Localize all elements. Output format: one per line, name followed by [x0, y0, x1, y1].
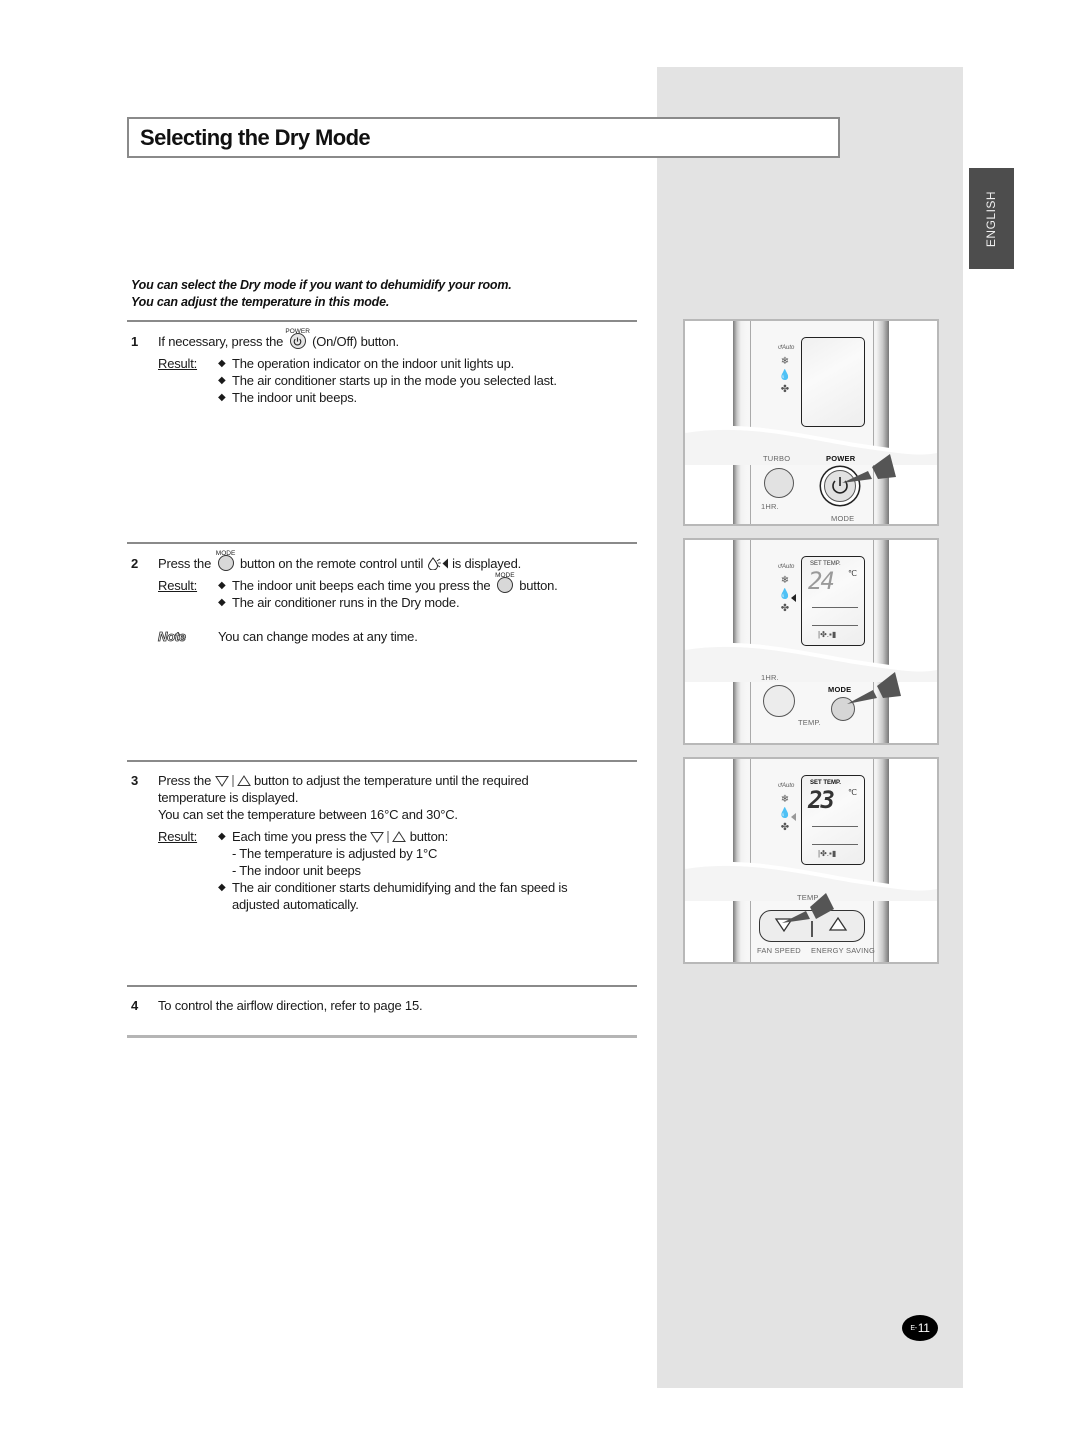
result-item: ◆ The indoor unit beeps each time you pr… — [218, 572, 558, 593]
intro-text: You can select the Dry mode if you want … — [131, 277, 512, 311]
auto-mode-icon: ↺Auto — [777, 783, 795, 789]
cool-mode-icon: ❄ — [780, 794, 790, 805]
temperature-value: 24 — [808, 567, 835, 595]
result-block: Result: ◆ The indoor unit beeps each tim… — [158, 572, 631, 611]
fan-mode-icon: ✤ — [780, 603, 790, 614]
step-number: 3 — [131, 773, 139, 788]
temp-up-icon — [392, 831, 407, 842]
separator — [231, 775, 234, 787]
divider — [127, 985, 637, 987]
result-item: ◆ Each time you press the button: — [218, 829, 449, 844]
temp-down-icon — [214, 776, 229, 787]
pointer-arrow-icon — [782, 893, 834, 923]
result-label: Result: — [158, 356, 198, 371]
fan-mode-icon: ✤ — [780, 822, 790, 833]
divider — [127, 320, 637, 322]
temp-up-icon — [236, 775, 251, 786]
language-tab[interactable]: ENGLISH — [969, 168, 1014, 269]
step-instruction-line: temperature is displayed. — [158, 790, 299, 805]
temp-down-icon — [370, 832, 385, 843]
temp-illustration: ↺Auto ❄ 💧 ✤ SET TEMP. 23 ℃ |✤.▪▮ TEMP FA… — [683, 757, 939, 964]
result-item-continuation: adjusted automatically. — [232, 897, 359, 912]
result-block: Result: ◆ The operation indicator on the … — [158, 355, 631, 406]
result-item: ◆ The air conditioner starts up in the mo… — [218, 373, 557, 388]
step-number: 4 — [131, 998, 139, 1013]
lcd-display: SET TEMP. 23 ℃ |✤.▪▮ — [801, 775, 865, 865]
mode-icon-column: ↺Auto ❄ 💧 ✤ — [777, 779, 795, 835]
mode-button-icon: MODE — [495, 572, 515, 593]
divider — [127, 760, 637, 762]
step-3: 3 Press the button to adjust the tempera… — [131, 772, 631, 913]
dry-mode-icon: 💧 — [778, 370, 792, 381]
result-subitem: - The indoor unit beeps — [232, 863, 361, 878]
power-illustration: ↺Auto ❄ 💧 ✤ TURBO POWER 1HR. MODE — [683, 319, 939, 526]
auto-mode-icon: ↺Auto — [777, 345, 795, 351]
timer-button[interactable] — [763, 685, 795, 717]
turbo-button[interactable] — [764, 468, 794, 498]
mode-illustration: ↺Auto ❄ 💧 ✤ SET TEMP. 24 ℃ |✤.▪▮ 1HR. MO… — [683, 538, 939, 745]
step-instruction: To control the airflow direction, refer … — [158, 998, 423, 1013]
step-number: 1 — [131, 334, 139, 349]
dry-mode-icon — [427, 557, 448, 570]
note-label: Note — [158, 629, 187, 645]
timer-label: 1HR. — [761, 673, 779, 682]
lcd-display: SET TEMP. 24 ℃ |✤.▪▮ — [801, 556, 865, 646]
page-title: Selecting the Dry Mode — [140, 125, 371, 150]
step-instruction: Press the MODE button on the remote cont… — [158, 550, 522, 571]
result-item: ◆ The air conditioner starts dehumidifyin… — [218, 880, 568, 895]
lcd-display — [801, 337, 865, 427]
timer-label: 1HR. — [761, 502, 779, 511]
cool-mode-icon: ❄ — [780, 356, 790, 367]
divider — [127, 542, 637, 544]
result-subitem: - The temperature is adjusted by 1°C — [232, 846, 438, 861]
step-instruction: If necessary, press the POWER (On/Off) b… — [158, 328, 399, 349]
mode-button-icon: MODE — [216, 550, 235, 571]
temperature-unit: ℃ — [848, 788, 857, 797]
step-2: 2 Press the MODE button on the remote co… — [131, 550, 631, 645]
step-4: 4 To control the airflow direction, refe… — [131, 997, 631, 1014]
temp-label: TEMP. — [798, 718, 821, 727]
step-instruction-line: You can set the temperature between 16°C… — [158, 807, 458, 822]
pointer-arrow-icon — [842, 454, 896, 483]
result-item: ◆ The indoor unit beeps. — [218, 390, 357, 405]
result-label: Result: — [158, 578, 198, 593]
note-block: Note You can change modes at any time. — [158, 628, 631, 645]
mode-label: MODE — [831, 514, 855, 523]
temperature-unit: ℃ — [848, 569, 857, 578]
power-button-icon: POWER — [285, 328, 310, 349]
language-tab-label: ENGLISH — [984, 190, 999, 247]
divider — [127, 1035, 637, 1038]
temperature-value: 23 — [808, 786, 835, 814]
intro-line-2: You can adjust the temperature in this m… — [131, 295, 390, 309]
step-number: 2 — [131, 556, 139, 571]
result-label: Result: — [158, 829, 198, 844]
result-item: ◆ The air conditioner runs in the Dry mod… — [218, 595, 460, 610]
result-item: ◆ The operation indicator on the indoor u… — [218, 356, 515, 371]
mode-icon-column: ↺Auto ❄ 💧 ✤ — [777, 341, 795, 397]
mode-pointer-icon — [791, 813, 796, 821]
note-text: You can change modes at any time. — [218, 629, 418, 644]
step-1: 1 If necessary, press the POWER (On/Off)… — [131, 328, 631, 406]
page-title-box: Selecting the Dry Mode — [127, 117, 840, 158]
pointer-arrow-icon — [847, 672, 901, 704]
mode-pointer-icon — [791, 594, 796, 602]
mode-icon-column: ↺Auto ❄ 💧 ✤ — [777, 560, 795, 616]
fan-mode-icon: ✤ — [780, 384, 790, 395]
page-number-badge: E- 11 — [902, 1315, 938, 1341]
turbo-label: TURBO — [763, 454, 791, 463]
result-block: Result: ◆ Each time you press the button… — [158, 828, 631, 913]
energy-saving-label: ENERGY SAVING — [811, 946, 876, 955]
intro-line-1: You can select the Dry mode if you want … — [131, 278, 512, 292]
fan-speed-label: FAN SPEED — [757, 946, 801, 955]
step-instruction: Press the button to adjust the temperatu… — [158, 773, 529, 788]
auto-mode-icon: ↺Auto — [777, 564, 795, 570]
cool-mode-icon: ❄ — [780, 575, 790, 586]
power-symbol-icon — [293, 337, 302, 345]
